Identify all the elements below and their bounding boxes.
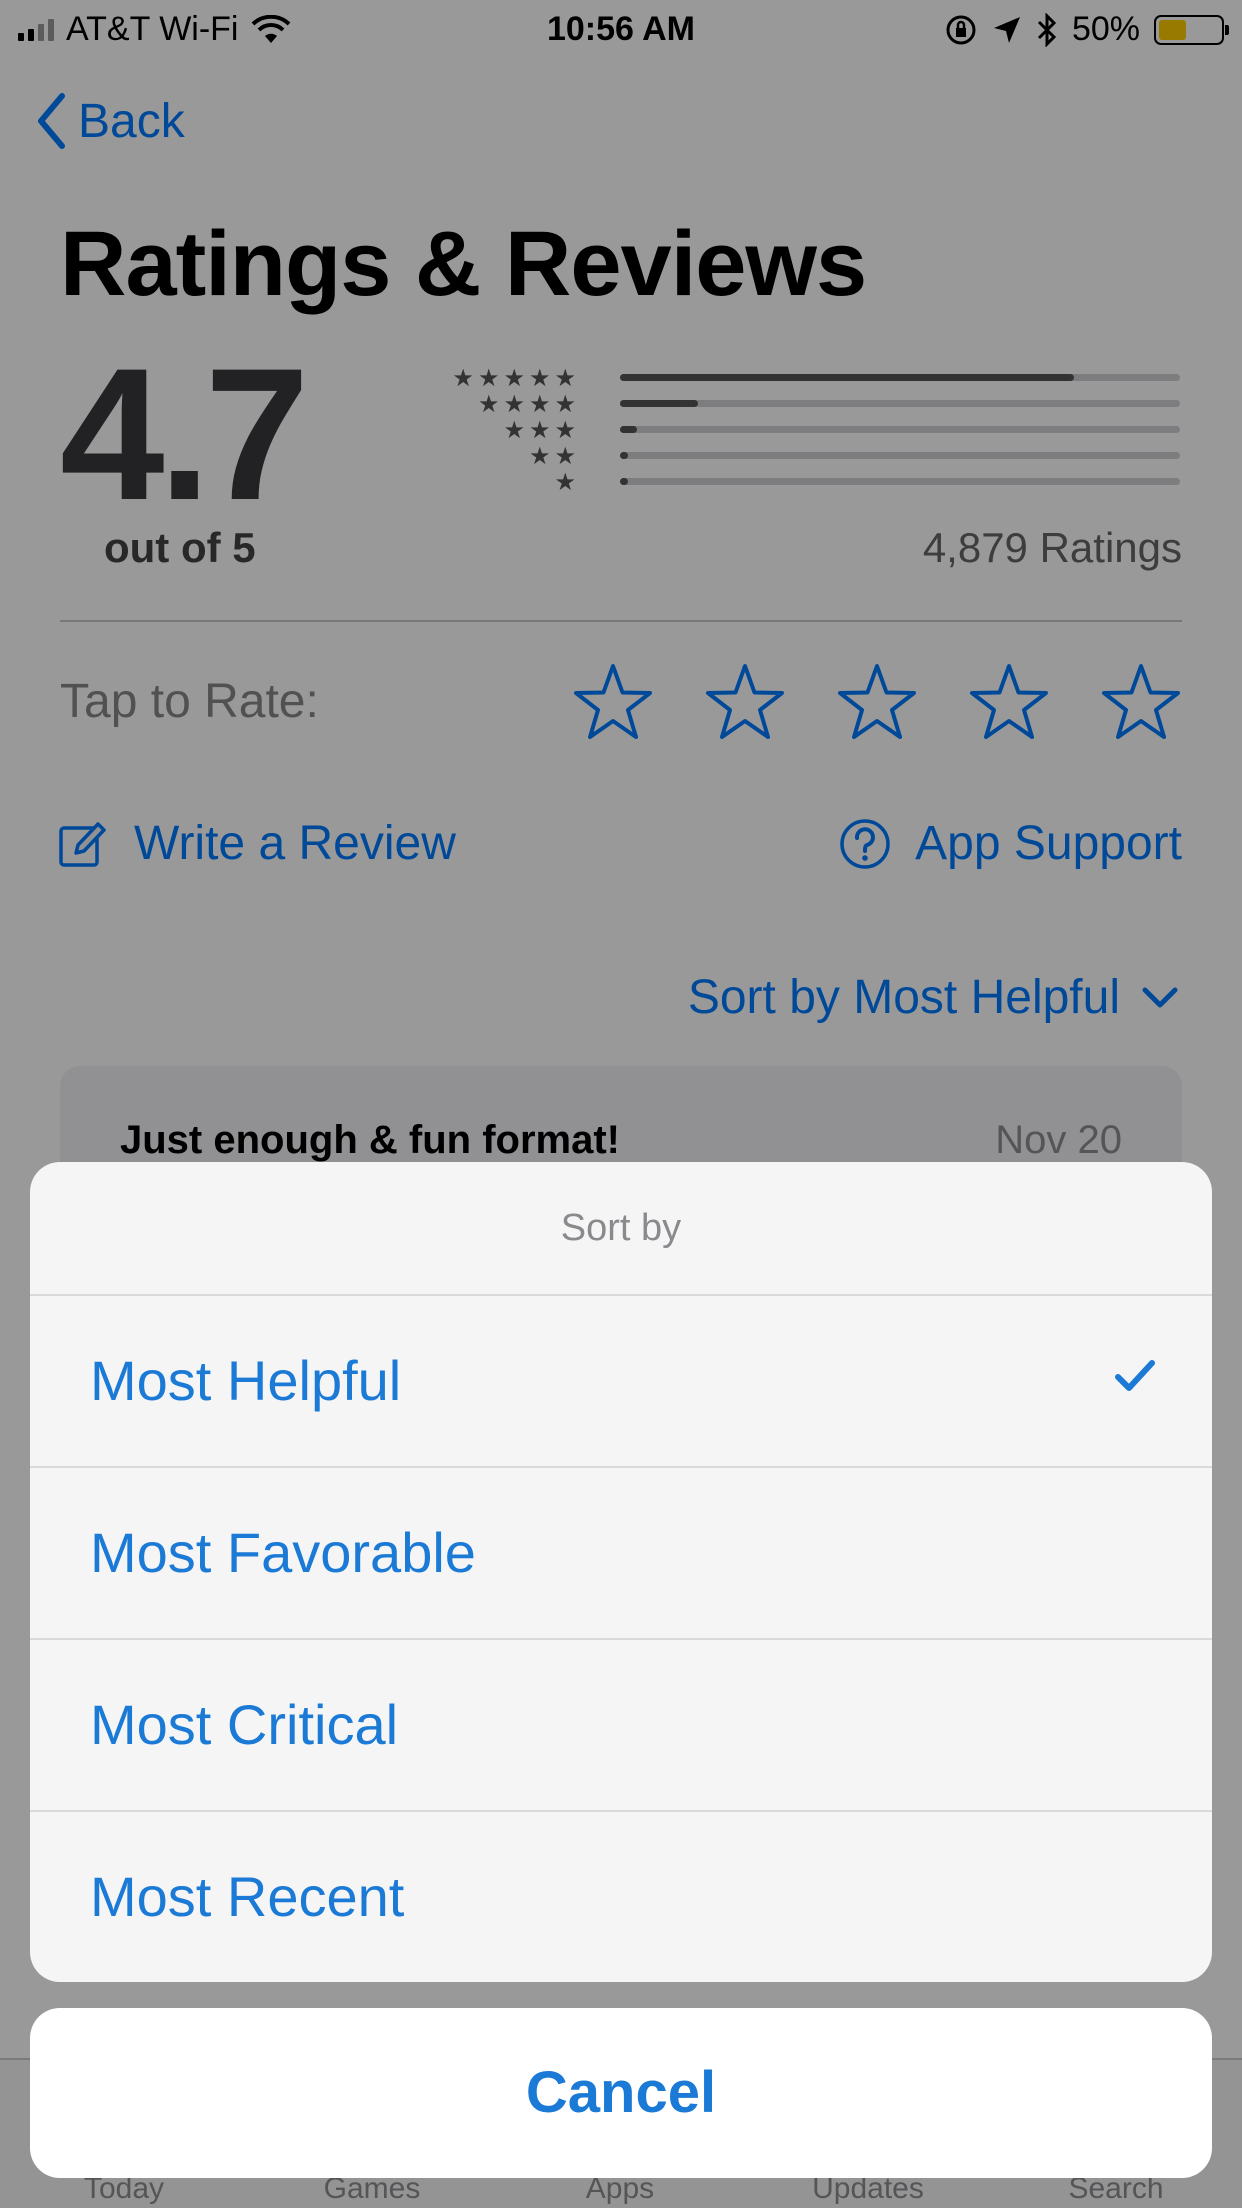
sort-option-label: Most Favorable xyxy=(90,1521,476,1584)
sort-option-label: Most Recent xyxy=(90,1865,405,1928)
sort-option-label: Most Critical xyxy=(90,1693,399,1756)
sort-option-most-helpful[interactable]: Most Helpful xyxy=(30,1296,1212,1466)
cancel-button[interactable]: Cancel xyxy=(30,2008,1212,2178)
sort-option-most-favorable[interactable]: Most Favorable xyxy=(30,1468,1212,1638)
sort-action-sheet: Sort by Most Helpful Most Favorable Most… xyxy=(30,1162,1212,1982)
app-store-screen: AT&T Wi-Fi 10:56 AM 50% Back Ratings & R… xyxy=(0,0,1242,2208)
checkmark-icon xyxy=(1115,1360,1155,1391)
sort-option-most-critical[interactable]: Most Critical xyxy=(30,1640,1212,1810)
sort-option-most-recent[interactable]: Most Recent xyxy=(30,1812,1212,1982)
action-sheet-title: Sort by xyxy=(560,1207,682,1249)
sort-option-label: Most Helpful xyxy=(90,1349,402,1412)
